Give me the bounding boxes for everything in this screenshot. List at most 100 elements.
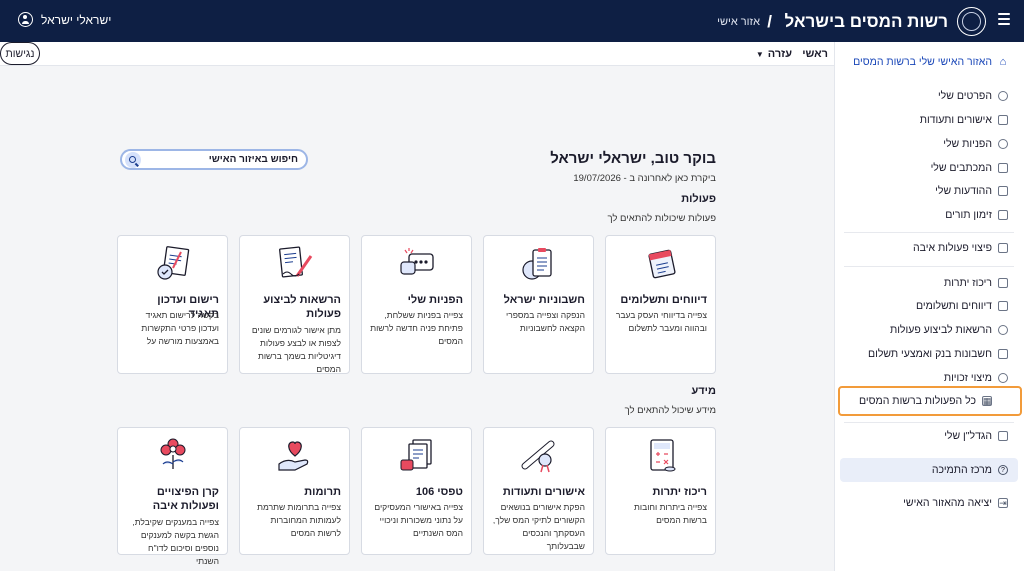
sidebar-item-label: חשבונות בנק ואמצעי תשלום (868, 348, 992, 360)
card-balances[interactable]: ריכוז יתרות צפייה ביתרות וחובות ברשות המ… (605, 427, 716, 555)
card-certificates[interactable]: אישורים ותעודות הפקת אישורים בנושאים הקש… (483, 427, 594, 555)
sidebar-item-letters[interactable]: המכתבים שלי (834, 162, 1024, 174)
page-title: בוקר טוב, ישראלי ישראל (550, 150, 716, 167)
menu-icon[interactable] (998, 13, 1010, 25)
accessibility-button[interactable]: נגישות (0, 42, 40, 65)
sidebar-item-appointments[interactable]: זימון תורים (834, 209, 1024, 221)
calculator-icon (650, 439, 676, 472)
sidebar-item-label: כל הפעולות ברשות המסים (859, 395, 976, 407)
sidebar: ⌂ האזור האישי שלי ברשות המסים הפרטים שלי… (834, 42, 1024, 571)
search-icon (128, 155, 136, 163)
card-icon (998, 349, 1008, 359)
card-106-forms[interactable]: טפסי 106 צפייה באישורי המעסיקים על נתוני… (361, 427, 472, 555)
sidebar-item-home[interactable]: ⌂ האזור האישי שלי ברשות המסים (834, 56, 1024, 68)
search-button[interactable] (125, 152, 141, 168)
card-description: צפייה בפניות ששלחת, פתיחת פניה חדשה לרשו… (370, 310, 463, 346)
sidebar-item-compensation[interactable]: פיצוי פעולות איבה (834, 242, 1024, 254)
card-my-inquiries[interactable]: הפניות שלי צפייה בפניות ששלחת, פתיחת פני… (361, 235, 472, 374)
card-israel-invoices[interactable]: חשבוניות ישראל הנפקה וצפייה במספרי הקצאה… (483, 235, 594, 374)
grid-icon: ▦ (982, 395, 992, 406)
sidebar-item-all-actions[interactable]: ▦ כל הפעולות ברשות המסים (838, 386, 1022, 416)
signature-check-icon (157, 246, 190, 280)
sidebar-item-rights[interactable]: מיצוי זכויות (834, 372, 1024, 384)
nav-home-link[interactable]: ראשי (802, 48, 828, 60)
card-permissions[interactable]: הרשאות לביצוע פעולות מתן אישור לגורמים ש… (239, 235, 350, 374)
card-title: דיווחים ותשלומים (620, 294, 707, 306)
card-description: הנפקה וצפייה במספרי הקצאה לחשבוניות (505, 310, 585, 333)
sidebar-item-logout[interactable]: ⇥ יציאה מהאזור האישי (834, 497, 1024, 509)
card-title: ריכוז יתרות (652, 486, 707, 498)
sidebar-item-label: יציאה מהאזור האישי (903, 497, 992, 509)
sidebar-item-support[interactable]: ? מרכז התמיכה (840, 458, 1018, 482)
sidebar-item-label: האזור האישי שלי ברשות המסים (853, 56, 992, 68)
search-input[interactable] (156, 154, 306, 165)
sidebar-divider (844, 266, 1014, 267)
folder-icon (998, 301, 1008, 311)
sidebar-item-inquiries[interactable]: הפניות שלי (834, 138, 1024, 150)
heart-icon (998, 373, 1008, 383)
card-description: צפייה ביתרות וחובות ברשות המסים (634, 502, 707, 525)
nav-help-label: עזרה (767, 48, 792, 60)
card-description: צפייה בדיווחי העסק בעבר ובהווה ומעבר לתש… (615, 310, 707, 333)
sidebar-item-label: ריכוז יתרות (943, 277, 992, 289)
sidebar-item-label: אישורים ותעודות (919, 114, 992, 126)
card-title: קרן הפיצויים ופעולות איבה (152, 486, 219, 512)
nav-help-menu[interactable]: עזרה ▼ (756, 48, 792, 60)
actions-section-title: פעולות (681, 193, 716, 205)
user-icon (998, 91, 1008, 101)
document-icon (998, 115, 1008, 125)
sidebar-item-label: הרשאות לביצוע פעולות (889, 324, 992, 336)
brand-title[interactable]: רשות המסים בישראל (785, 12, 948, 32)
sidebar-item-permissions[interactable]: הרשאות לביצוע פעולות (834, 324, 1024, 336)
main-content: בוקר טוב, ישראלי ישראל ביקרת כאן לאחרונה… (0, 67, 834, 571)
donation-heart-icon (278, 441, 309, 471)
last-visit-label: ביקרת כאן לאחרונה ב - (623, 173, 716, 184)
secondary-nav: ראשי עזרה ▼ נגישות (0, 42, 834, 66)
mail-icon (998, 163, 1008, 173)
card-title: אישורים ותעודות (502, 486, 585, 498)
sidebar-item-label: מרכז התמיכה (931, 464, 992, 476)
info-section-subtitle: מידע שיכול להתאים לך (624, 405, 716, 416)
sidebar-item-messages[interactable]: ההודעות שלי (834, 185, 1024, 197)
sidebar-item-reports[interactable]: דיווחים ותשלומים (834, 300, 1024, 312)
last-visit-date: 19/07/2026 (573, 173, 621, 184)
sidebar-item-certificates[interactable]: אישורים ותעודות (834, 114, 1024, 126)
card-description: הפקת אישורים בנושאים הקשורים לתיקי המס ש… (492, 502, 585, 551)
brand-separator: / (767, 12, 772, 31)
card-description: צפייה במענקים שקיבלת, הגשת בקשה למענקים … (132, 517, 219, 566)
user-menu[interactable]: ישראלי ישראל (18, 12, 111, 27)
sidebar-item-label: זימון תורים (945, 209, 992, 221)
sidebar-item-label: דיווחים ותשלומים (915, 300, 992, 312)
card-title: טפסי 106 (415, 486, 463, 498)
calendar-report-icon (648, 249, 676, 279)
card-compensation-fund[interactable]: קרן הפיצויים ופעולות איבה צפייה במענקים … (117, 427, 228, 566)
home-icon: ⌂ (999, 56, 1007, 68)
signing-pen-icon (279, 246, 313, 278)
card-donations[interactable]: תרומות צפייה בתרומות שתרמת לעמותות המחוב… (239, 427, 350, 555)
sidebar-item-my-details[interactable]: הפרטים שלי (834, 90, 1024, 102)
card-title: הרשאות לביצוע פעולות (263, 294, 341, 320)
card-corporate-registration[interactable]: רישום ועדכון תאגיד בקשה לרישום תאגיד ועד… (117, 235, 228, 374)
chat-bubbles-icon (400, 248, 434, 275)
flower-icon (160, 438, 186, 469)
sidebar-item-my-growth[interactable]: הגדל"ן שלי (834, 430, 1024, 442)
card-title: חשבוניות ישראל (503, 294, 585, 306)
actions-section-subtitle: פעולות שיכולות להתאים לך (607, 213, 716, 224)
area-title: אזור אישי (717, 16, 760, 28)
help-icon: ? (998, 465, 1008, 475)
top-header: רשות המסים בישראל / אזור אישי ישראלי ישר… (0, 0, 1024, 42)
card-description: בקשה לרישום תאגיד ועדכון פרטי התקשרות בא… (141, 310, 219, 346)
last-visit: ביקרת כאן לאחרונה ב - 19/07/2026 (573, 173, 716, 184)
tax-authority-logo[interactable] (957, 7, 986, 36)
sidebar-item-label: פיצוי פעולות איבה (913, 242, 992, 254)
user-circle-icon (18, 12, 33, 27)
card-title: הפניות שלי (407, 294, 463, 306)
sidebar-item-balances[interactable]: ריכוז יתרות (834, 277, 1024, 289)
sidebar-item-bank-accounts[interactable]: חשבונות בנק ואמצעי תשלום (834, 348, 1024, 360)
user-name: ישראלי ישראל (41, 12, 112, 27)
flag-icon (998, 243, 1008, 253)
card-reports-payments[interactable]: דיווחים ותשלומים צפייה בדיווחי העסק בעבר… (605, 235, 716, 374)
sidebar-item-label: הפרטים שלי (937, 90, 992, 102)
card-description: צפייה בתרומות שתרמת לעמותות המחוברות לרש… (257, 502, 341, 538)
users-icon (998, 325, 1008, 335)
